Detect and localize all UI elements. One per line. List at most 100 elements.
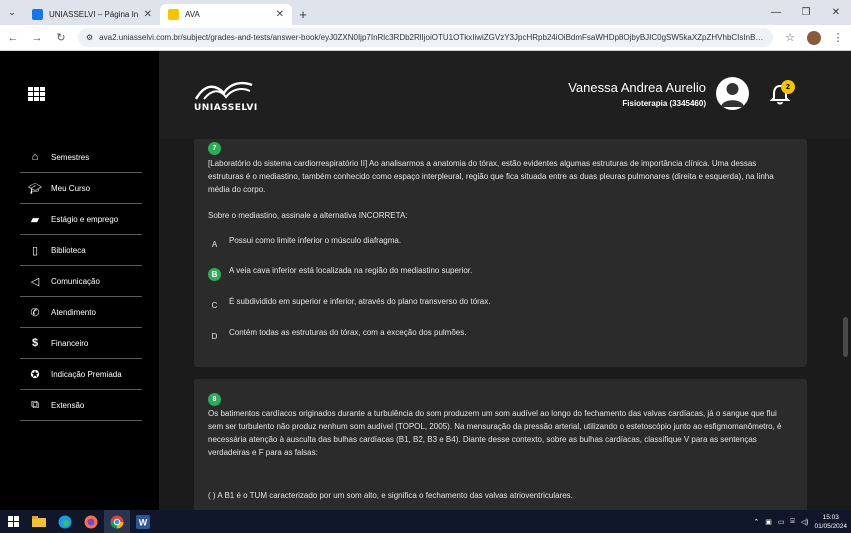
show-hidden-icons-icon[interactable]: ⌃	[753, 518, 759, 526]
home-icon: ⌂	[31, 151, 39, 163]
user-avatar[interactable]	[716, 77, 749, 110]
medal-icon: ✪	[30, 368, 40, 381]
battery-icon[interactable]: ▭	[778, 518, 785, 526]
tab-search-button[interactable]: ⌄	[0, 0, 24, 25]
question-card-8: 8 Os batimentos cardíacos originados dur…	[194, 379, 807, 510]
browser-tab-ava[interactable]: AVA ✕	[160, 4, 292, 25]
close-tab-icon[interactable]: ✕	[276, 9, 284, 20]
question-card-7: 7 [Laboratório do sistema cardiorrespira…	[194, 139, 807, 367]
extension-icon: ⧉	[31, 398, 39, 411]
bookmark-star-icon[interactable]: ☆	[783, 31, 797, 44]
tray-app-icon[interactable]: ▣	[765, 518, 772, 526]
sidebar-item-semestres[interactable]: ⌂ Semestres	[20, 142, 142, 173]
forward-icon[interactable]: →	[30, 32, 44, 44]
scrollbar-thumb[interactable]	[843, 317, 848, 357]
sidebar-item-estagio[interactable]: ▰ Estágio e emprego	[20, 204, 142, 235]
alternative-text: Contém todas as estruturas do tórax, com…	[229, 328, 467, 337]
back-icon[interactable]: ←	[6, 32, 20, 44]
sidebar-item-label: Meu Curso	[51, 183, 91, 193]
sidebar-item-label: Financeiro	[51, 338, 89, 348]
sidebar-item-extensao[interactable]: ⧉ Extensão	[20, 390, 142, 421]
alternative-b[interactable]: B A veia cava inferior está localizada n…	[208, 265, 793, 281]
sidebar-item-label: Comunicação	[51, 276, 100, 286]
new-tab-button[interactable]: +	[292, 4, 314, 25]
sidebar-item-atendimento[interactable]: ✆ Atendimento	[20, 297, 142, 328]
main-content: 7 [Laboratório do sistema cardiorrespira…	[159, 139, 840, 510]
network-icon[interactable]: ⌸	[791, 518, 795, 526]
sidebar-item-label: Atendimento	[51, 307, 96, 317]
minimize-icon[interactable]: —	[761, 0, 791, 25]
sidebar-item-label: Biblioteca	[51, 245, 86, 255]
volume-icon[interactable]: ◁)	[801, 518, 809, 526]
graduation-cap-icon: 🎓︎	[28, 182, 42, 195]
alternative-letter: C	[211, 301, 218, 310]
question-prompt: Sobre o mediastino, assinale a alternati…	[208, 211, 408, 220]
user-course: Fisioterapia (3345460)	[622, 99, 706, 108]
alternative-letter-selected: B	[208, 268, 221, 281]
sidebar-item-label: Indicação Premiada	[51, 369, 122, 379]
windows-start-icon[interactable]	[0, 510, 26, 533]
question-text: [Laboratório do sistema cardiorrespirató…	[208, 159, 774, 194]
word-icon[interactable]: W	[130, 510, 156, 533]
dollar-icon: $	[31, 337, 39, 349]
alternative-d[interactable]: D Contém todas as estruturas do tórax, c…	[208, 327, 793, 343]
sidebar-menu: ⌂ Semestres 🎓︎ Meu Curso ▰ Estágio e emp…	[20, 142, 142, 421]
sidebar-item-comunicacao[interactable]: ◁ Comunicação	[20, 266, 142, 297]
sidebar-item-label: Semestres	[51, 152, 90, 162]
browser-tab-bar: ⌄ UNIASSELVI – Página Inicial ✕ AVA ✕ + …	[0, 0, 851, 25]
notification-count-badge: 2	[781, 80, 795, 94]
phone-icon: ✆	[30, 306, 40, 319]
taskbar-clock[interactable]: 15:03 01/05/2024	[814, 513, 847, 531]
system-tray: ⌃ ▣ ▭ ⌸ ◁) 15:03 01/05/2024	[753, 510, 851, 533]
ava-favicon-icon	[168, 9, 179, 20]
question-statement: ( ) A B1 é o TUM caracterizado por um so…	[208, 491, 573, 500]
alternative-a[interactable]: A Possui como limite inferior o músculo …	[208, 235, 793, 251]
clock-date: 01/05/2024	[814, 522, 847, 530]
sidebar-item-biblioteca[interactable]: ▯ Biblioteca	[20, 235, 142, 266]
user-silhouette-icon	[721, 83, 744, 107]
sidebar-item-indicacao[interactable]: ✪ Indicação Premiada	[20, 359, 142, 390]
file-explorer-icon[interactable]	[26, 510, 52, 533]
megaphone-icon: ◁	[30, 275, 40, 288]
sidebar-item-label: Estágio e emprego	[51, 214, 119, 224]
svg-text:W: W	[139, 517, 148, 527]
book-icon: ▯	[31, 244, 39, 257]
alternative-c[interactable]: C É subdividido em superior e inferior, …	[208, 296, 793, 312]
sidebar-item-financeiro[interactable]: $ Financeiro	[20, 328, 142, 359]
firefox-icon[interactable]	[78, 510, 104, 533]
alternative-text: Possui como limite inferior o músculo di…	[229, 236, 402, 245]
uniasselvi-logo[interactable]: UNIASSELVI	[194, 79, 257, 115]
sidebar: ⌂ Semestres 🎓︎ Meu Curso ▰ Estágio e emp…	[0, 51, 159, 510]
window-controls: — ❐ ✕	[761, 0, 851, 25]
address-bar: ← → ↻ ⚙ ava2.uniasselvi.com.br/subject/g…	[0, 25, 851, 51]
close-window-icon[interactable]: ✕	[821, 0, 851, 25]
logo-wings-icon	[194, 81, 253, 100]
chrome-icon[interactable]	[104, 510, 130, 533]
url-text: ava2.uniasselvi.com.br/subject/grades-an…	[99, 33, 765, 42]
app-header: UNIASSELVI Vanessa Andrea Aurelio Fisiot…	[159, 51, 851, 139]
page-scrollbar[interactable]	[840, 139, 851, 510]
clock-time: 15:03	[822, 513, 839, 521]
restore-icon[interactable]: ❐	[791, 0, 821, 25]
apps-grid-icon[interactable]	[28, 87, 46, 101]
alternative-text: A veia cava inferior está localizada na …	[229, 266, 473, 275]
windows-taskbar: W ⌃ ▣ ▭ ⌸ ◁) 15:03 01/05/2024	[0, 510, 851, 533]
sidebar-item-meu-curso[interactable]: 🎓︎ Meu Curso	[20, 173, 142, 204]
briefcase-icon: ▰	[30, 213, 40, 226]
question-number-badge: 8	[208, 393, 221, 406]
browser-menu-icon[interactable]: ⋮	[831, 31, 845, 44]
user-name: Vanessa Andrea Aurelio	[568, 80, 706, 95]
profile-avatar-icon[interactable]	[807, 30, 821, 45]
close-tab-icon[interactable]: ✕	[144, 9, 152, 20]
edge-browser-icon[interactable]	[52, 510, 78, 533]
tab-title: AVA	[185, 10, 200, 19]
site-info-icon[interactable]: ⚙	[86, 33, 93, 42]
question-number-badge: 7	[208, 142, 221, 155]
reload-icon[interactable]: ↻	[54, 31, 68, 44]
uniasselvi-favicon-icon	[32, 9, 43, 20]
alternative-letter: A	[211, 240, 218, 249]
browser-tab-inicial[interactable]: UNIASSELVI – Página Inicial ✕	[24, 4, 160, 25]
alternative-text: É subdividido em superior e inferior, at…	[229, 297, 491, 306]
question-text: Os batimentos cardíacos originados duran…	[208, 409, 782, 457]
url-input[interactable]: ⚙ ava2.uniasselvi.com.br/subject/grades-…	[78, 28, 773, 47]
